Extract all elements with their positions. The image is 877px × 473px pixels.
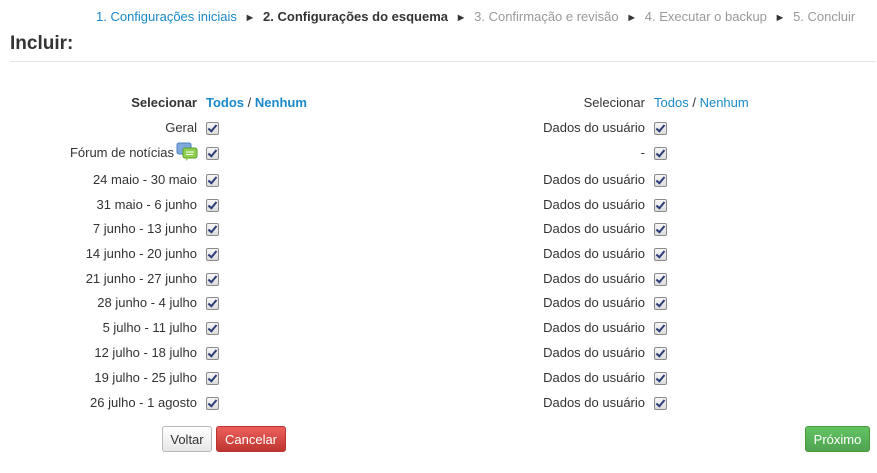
breadcrumb: 1. Configurações iniciais ► 2. Configura…	[96, 9, 855, 24]
setting-label: 19 julho - 25 julho	[94, 370, 197, 385]
setting-row: 21 junho - 27 junho Dados do usuário	[0, 269, 877, 289]
select-label-left: Selecionar	[131, 95, 197, 110]
userdata-checkbox[interactable]	[654, 199, 667, 212]
setting-label: 7 junho - 13 junho	[92, 221, 197, 236]
userdata-checkbox[interactable]	[654, 122, 667, 135]
include-checkbox[interactable]	[206, 199, 219, 212]
breadcrumb-arrow-icon: ►	[626, 12, 638, 24]
userdata-checkbox[interactable]	[654, 174, 667, 187]
select-links-left: Todos / Nenhum	[206, 95, 307, 110]
include-checkbox[interactable]	[206, 273, 219, 286]
setting-row: 28 junho - 4 julho Dados do usuário	[0, 293, 877, 313]
userdata-checkbox[interactable]	[654, 273, 667, 286]
setting-label: 26 julho - 1 agosto	[90, 395, 197, 410]
select-all-right-link[interactable]: Todos	[654, 95, 689, 110]
select-none-right-link[interactable]: Nenhum	[700, 95, 749, 110]
include-checkbox[interactable]	[206, 122, 219, 135]
breadcrumb-arrow-icon: ►	[455, 12, 467, 24]
setting-label: 12 julho - 18 julho	[94, 345, 197, 360]
select-separator: /	[692, 95, 696, 110]
setting-row: 12 julho - 18 julho Dados do usuário	[0, 343, 877, 363]
breadcrumb-step-5: 5. Concluir	[793, 9, 856, 24]
title-divider	[10, 61, 876, 62]
setting-label: 31 maio - 6 junho	[96, 197, 197, 212]
setting-row: Geral Dados do usuário	[0, 118, 877, 138]
userdata-label: Dados do usuário	[543, 172, 645, 187]
userdata-label: Dados do usuário	[543, 295, 645, 310]
include-checkbox[interactable]	[206, 322, 219, 335]
userdata-label: Dados do usuário	[543, 120, 645, 135]
userdata-checkbox[interactable]	[654, 147, 667, 160]
setting-label: 5 julho - 11 julho	[102, 320, 197, 335]
breadcrumb-arrow-icon: ►	[244, 12, 256, 24]
userdata-label: Dados do usuário	[543, 345, 645, 360]
select-none-left-link[interactable]: Nenhum	[255, 95, 307, 110]
setting-label: 28 junho - 4 julho	[97, 295, 197, 310]
setting-row: 5 julho - 11 julho Dados do usuário	[0, 318, 877, 338]
userdata-checkbox[interactable]	[654, 397, 667, 410]
select-links-right: Todos / Nenhum	[654, 95, 749, 110]
userdata-label: Dados do usuário	[543, 370, 645, 385]
userdata-checkbox[interactable]	[654, 223, 667, 236]
include-checkbox[interactable]	[206, 347, 219, 360]
userdata-checkbox[interactable]	[654, 322, 667, 335]
setting-label: Fórum de notícias	[69, 145, 174, 160]
setting-row: 19 julho - 25 julho Dados do usuário	[0, 368, 877, 388]
setting-label: 21 junho - 27 junho	[85, 271, 197, 286]
breadcrumb-step-1[interactable]: 1. Configurações iniciais	[96, 9, 237, 24]
setting-label: 14 junho - 20 junho	[85, 246, 197, 261]
include-checkbox[interactable]	[206, 174, 219, 187]
include-checkbox[interactable]	[206, 248, 219, 261]
include-checkbox[interactable]	[206, 397, 219, 410]
setting-row: 31 maio - 6 junho Dados do usuário	[0, 195, 877, 215]
breadcrumb-step-2: 2. Configurações do esquema	[263, 9, 448, 24]
userdata-label: Dados do usuário	[543, 197, 645, 212]
include-checkbox[interactable]	[206, 223, 219, 236]
breadcrumb-step-3: 3. Confirmação e revisão	[474, 9, 619, 24]
include-checkbox[interactable]	[206, 297, 219, 310]
userdata-checkbox[interactable]	[654, 297, 667, 310]
setting-row: 24 maio - 30 maio Dados do usuário	[0, 170, 877, 190]
userdata-checkbox[interactable]	[654, 347, 667, 360]
setting-label: 24 maio - 30 maio	[92, 172, 197, 187]
userdata-label: Dados do usuário	[543, 246, 645, 261]
setting-label: Geral	[165, 120, 197, 135]
userdata-label: -	[640, 145, 645, 160]
select-all-left-link[interactable]: Todos	[206, 95, 244, 110]
setting-row: 26 julho - 1 agosto Dados do usuário	[0, 393, 877, 413]
userdata-checkbox[interactable]	[654, 248, 667, 261]
forum-icon	[176, 142, 198, 161]
userdata-label: Dados do usuário	[543, 320, 645, 335]
cancel-button[interactable]: Cancelar	[216, 426, 286, 452]
userdata-label: Dados do usuário	[543, 395, 645, 410]
userdata-checkbox[interactable]	[654, 372, 667, 385]
page-title: Incluir:	[10, 33, 74, 54]
userdata-label: Dados do usuário	[543, 271, 645, 286]
select-row: Selecionar Todos / Nenhum Selecionar Tod…	[0, 93, 877, 113]
back-button[interactable]: Voltar	[162, 426, 212, 452]
setting-row: Fórum de notícias -	[0, 142, 877, 163]
select-label-right: Selecionar	[583, 95, 645, 110]
include-checkbox[interactable]	[206, 147, 219, 160]
include-checkbox[interactable]	[206, 372, 219, 385]
setting-row: 14 junho - 20 junho Dados do usuário	[0, 244, 877, 264]
userdata-label: Dados do usuário	[543, 221, 645, 236]
setting-row: 7 junho - 13 junho Dados do usuário	[0, 219, 877, 239]
breadcrumb-arrow-icon: ►	[774, 12, 786, 24]
breadcrumb-step-4: 4. Executar o backup	[644, 9, 767, 24]
select-separator: /	[247, 95, 252, 110]
next-button[interactable]: Próximo	[805, 426, 870, 452]
